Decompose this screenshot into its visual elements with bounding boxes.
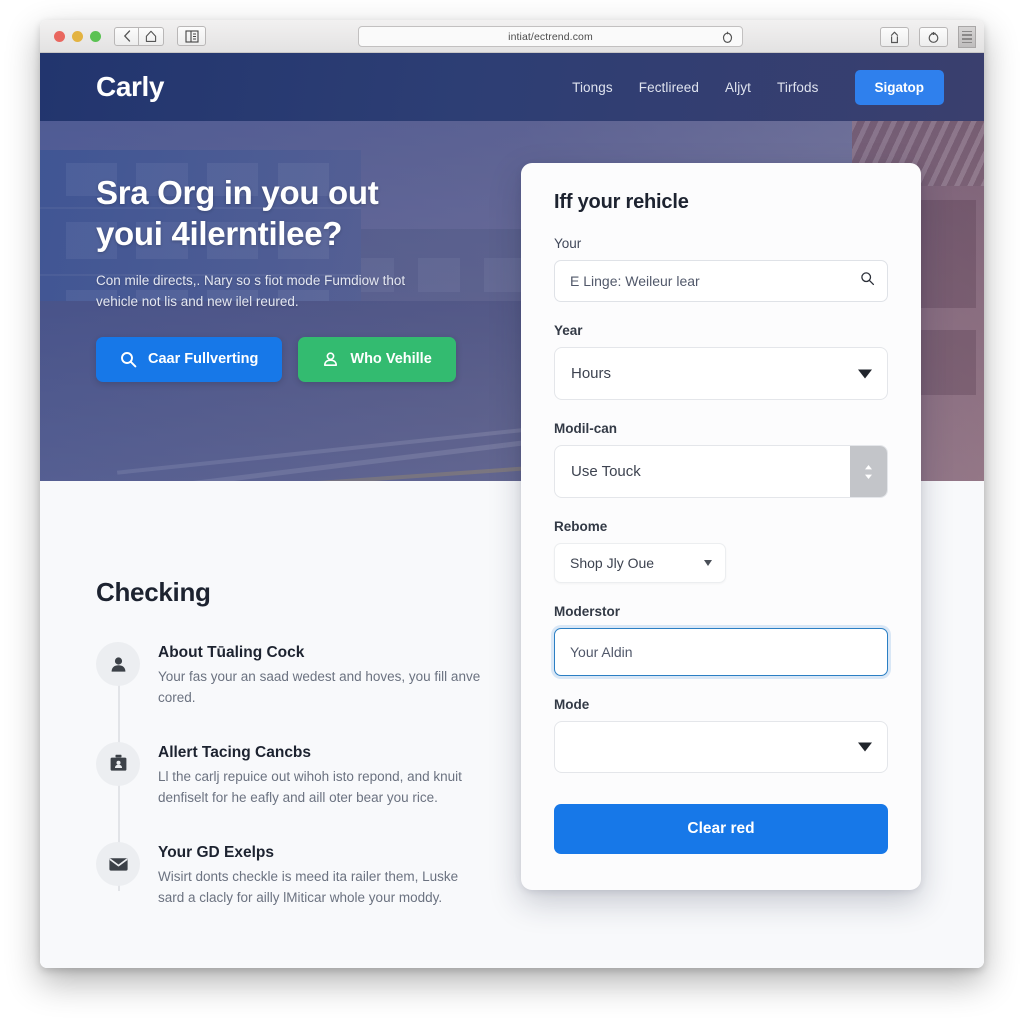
field-search: Your	[554, 236, 888, 302]
moderstor-input-wrap	[554, 628, 888, 676]
rebome-select-wrap: Shop Jly Oue	[554, 543, 726, 583]
navigation-buttons	[114, 26, 164, 46]
mode-select-wrap	[554, 721, 888, 773]
list-item-title: About Tūaling Cock	[158, 644, 305, 661]
chevron-left-icon	[123, 30, 130, 42]
list-item-title: Allert Tacing Cancbs	[158, 743, 312, 761]
envelope-icon	[108, 857, 128, 871]
share-button[interactable]	[880, 27, 909, 47]
reader-view-icon	[184, 29, 199, 43]
person-icon	[111, 656, 125, 672]
hero-subtitle: Con mile directs,. Nary so s fiot mode F…	[96, 271, 516, 313]
maximize-window-button[interactable]	[90, 30, 101, 42]
hero-title-line-1: Sra Org in you out	[96, 174, 379, 211]
reader-view-button[interactable]	[177, 26, 206, 46]
address-bar[interactable]: intiat/ectrend.com	[358, 26, 743, 47]
signup-button[interactable]: Sigatop	[854, 69, 944, 105]
mode-label: Mode	[554, 697, 590, 712]
reload-button[interactable]	[722, 31, 733, 49]
year-select-wrap: Hours	[554, 347, 888, 400]
hero-subtitle-line-1: Con mile directs,. Nary so s fiot mode F…	[96, 272, 406, 288]
search-input-wrap	[554, 260, 888, 302]
hero-title: Sra Org in you out youi 4ilerntilee?	[96, 173, 516, 255]
model-label: Modil-can	[554, 421, 617, 436]
back-button[interactable]	[114, 26, 139, 46]
nav-item-tiongs[interactable]: Tiongs	[572, 80, 613, 95]
site-header: Carly Tiongs Fectlireed Aljyt Tirfods Si…	[40, 53, 984, 121]
field-mode: Mode	[554, 697, 888, 773]
vehicle-form-card: Iff your rehicle Your Year Hours	[521, 163, 921, 890]
browser-window: intiat/ectrend.com Carly Tiongs Fectlire…	[40, 20, 984, 968]
close-window-button[interactable]	[54, 30, 65, 42]
moderstor-input[interactable]	[554, 628, 888, 676]
checking-timeline: About Tūaling Cock Your fas your an saad…	[96, 642, 540, 909]
search-label: Your	[554, 236, 582, 251]
checking-title: Checking	[96, 577, 211, 607]
hero-subtitle-line-2: vehicle not lis and new ilel reured.	[96, 293, 299, 309]
refresh-button[interactable]	[919, 27, 948, 47]
field-model: Modil-can Use Touck	[554, 421, 888, 498]
home-button[interactable]	[139, 26, 164, 46]
window-controls[interactable]	[54, 30, 101, 42]
nav-item-fectlireed[interactable]: Fectlireed	[639, 80, 699, 95]
page-viewport: Carly Tiongs Fectlireed Aljyt Tirfods Si…	[40, 53, 984, 968]
share-icon	[890, 31, 899, 43]
checking-section: Checking About Tūaling Cock Your fas you…	[40, 481, 540, 909]
list-item: About Tūaling Cock Your fas your an saad…	[96, 642, 540, 709]
list-item-text: Your GD Exelps Wisirt donts checkle is m…	[158, 842, 488, 909]
list-item: Your GD Exelps Wisirt donts checkle is m…	[96, 841, 540, 909]
reload-icon	[722, 31, 733, 44]
id-card-icon	[110, 755, 126, 771]
hero-actions: Caar Fullverting Who Vehille	[96, 336, 516, 382]
year-label: Year	[554, 323, 583, 338]
who-vehille-button[interactable]: Who Vehille	[298, 336, 456, 382]
toolbar-right-buttons	[880, 26, 976, 48]
car-fullverting-button[interactable]: Caar Fullverting	[96, 336, 283, 382]
form-title: Iff your rehicle	[554, 191, 689, 213]
car-fullverting-label: Caar Fullverting	[148, 351, 259, 368]
field-year: Year Hours	[554, 323, 888, 400]
rebome-label: Rebome	[554, 519, 608, 534]
model-stepper-wrap: Use Touck	[554, 445, 888, 498]
browser-toolbar: intiat/ectrend.com	[40, 20, 984, 53]
main-navigation: Tiongs Fectlireed Aljyt Tirfods Sigatop	[572, 69, 944, 105]
hero-content: Sra Org in you out youi 4ilerntilee? Con…	[96, 173, 516, 382]
refresh-icon	[928, 31, 939, 43]
nav-item-aljyt[interactable]: Aljyt	[725, 80, 751, 95]
nav-item-tirfods[interactable]: Tirfods	[777, 80, 818, 95]
list-item-text: About Tūaling Cock Your fas your an saad…	[158, 642, 488, 709]
list-item: Allert Tacing Cancbs Ll the carlj repuic…	[96, 741, 540, 809]
menu-grid-icon[interactable]	[958, 26, 976, 48]
who-vehille-label: Who Vehille	[350, 351, 432, 368]
minimize-window-button[interactable]	[72, 30, 83, 42]
submit-button[interactable]: Clear red	[554, 804, 888, 854]
brand-logo[interactable]: Carly	[96, 71, 164, 103]
field-moderstor: Moderstor	[554, 604, 888, 676]
envelope-icon-badge	[96, 841, 140, 886]
list-item-body: Wisirt donts checkle is meed ita railer …	[158, 868, 459, 905]
home-icon	[145, 30, 157, 42]
person-icon-badge	[96, 642, 140, 686]
list-item-body: Your fas your an saad wedest and hoves, …	[158, 669, 481, 705]
moderstor-label: Moderstor	[554, 604, 621, 619]
stepper-updown-icon	[865, 464, 872, 479]
rebome-select[interactable]: Shop Jly Oue	[554, 543, 726, 583]
person-icon	[324, 352, 338, 366]
search-icon	[121, 351, 137, 368]
list-item-text: Allert Tacing Cancbs Ll the carlj repuic…	[158, 742, 488, 809]
mode-select[interactable]	[554, 721, 888, 773]
url-text: intiat/ectrend.com	[508, 30, 593, 43]
search-input[interactable]	[554, 260, 888, 302]
list-item-title: Your GD Exelps	[158, 843, 274, 861]
model-stepper-button[interactable]	[850, 446, 887, 497]
model-input[interactable]: Use Touck	[554, 445, 888, 498]
field-rebome: Rebome Shop Jly Oue	[554, 519, 888, 583]
hero-title-line-2: youi 4ilerntilee?	[96, 214, 343, 252]
list-item-body: Ll the carlj repuice out wihoh isto repo…	[158, 768, 462, 805]
year-select[interactable]: Hours	[554, 347, 888, 400]
id-card-icon-badge	[96, 741, 140, 786]
